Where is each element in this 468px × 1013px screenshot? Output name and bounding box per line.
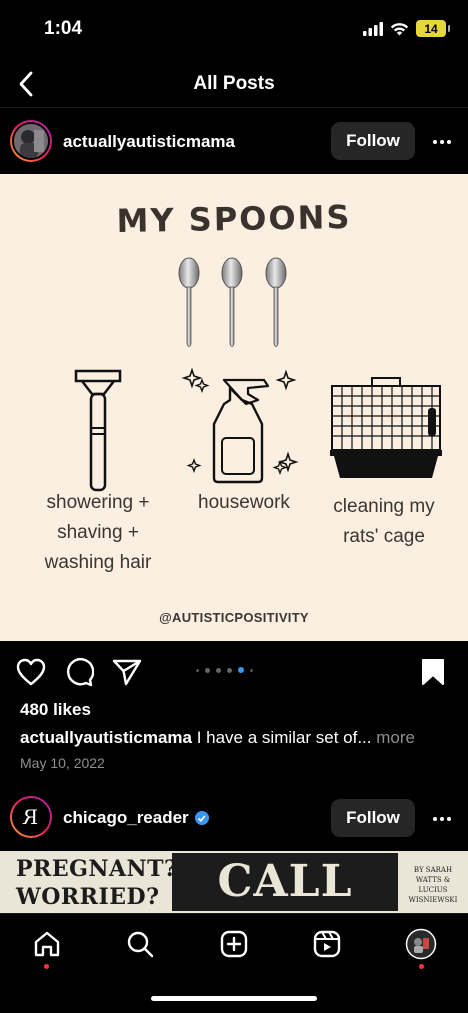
- post-caption: actuallyautisticmama I have a similar se…: [20, 728, 415, 748]
- avatar-letter: R: [23, 805, 39, 829]
- heart-icon: [16, 658, 46, 686]
- reels-icon: [313, 930, 341, 958]
- like-button[interactable]: [15, 656, 47, 688]
- share-button[interactable]: [111, 656, 143, 688]
- profile-notification-dot: [419, 964, 424, 969]
- preview-line-1: PREGNANT?: [16, 856, 178, 882]
- wifi-icon: [390, 22, 409, 35]
- image-title: MY SPOONS: [116, 197, 352, 241]
- comment-button[interactable]: [63, 656, 95, 688]
- follow-button[interactable]: Follow: [331, 122, 415, 160]
- preview-line-2: WORRIED?: [16, 884, 160, 910]
- search-icon: [127, 931, 154, 958]
- profile-icon: [405, 928, 437, 960]
- status-icons: 14: [363, 20, 450, 37]
- caption-text: I have a similar set of...: [196, 728, 372, 747]
- preview-byline: BY SARAH WATTS & LUCIUS WISNIEWSKI: [408, 866, 458, 904]
- more-options-icon[interactable]: [428, 132, 456, 152]
- caption-housework: housework: [198, 492, 290, 513]
- home-icon: [34, 931, 60, 957]
- next-post-username[interactable]: chicago_reader: [63, 808, 209, 828]
- caption-showering: showering + shaving + washing hair: [44, 492, 152, 573]
- preview-title: CALL JANE: [172, 853, 398, 911]
- carousel-indicator: [196, 667, 253, 673]
- post-username[interactable]: actuallyautisticmama: [63, 132, 235, 152]
- post-header: actuallyautisticmama Follow: [0, 110, 468, 174]
- next-post-username-text: chicago_reader: [63, 808, 189, 827]
- home-indicator: [151, 996, 317, 1001]
- status-time: 1:04: [44, 18, 83, 39]
- next-post-image[interactable]: PREGNANT? WORRIED? CALL JANE BY SARAH WA…: [0, 851, 468, 913]
- home-notification-dot: [44, 964, 49, 969]
- battery-level: 14: [424, 21, 438, 36]
- spoons-illustration: [178, 257, 287, 347]
- avatar[interactable]: [10, 120, 52, 162]
- caption-username[interactable]: actuallyautisticmama: [20, 728, 192, 747]
- send-icon: [112, 659, 142, 686]
- likes-count[interactable]: 480 likes: [20, 700, 91, 720]
- caption-more-link[interactable]: more: [376, 728, 415, 747]
- rat-cage-icon: [330, 377, 442, 478]
- verified-badge-icon: [194, 811, 209, 825]
- avatar-photo: [14, 124, 48, 158]
- caption-rats-cage: cleaning my rats' cage: [333, 496, 435, 547]
- bookmark-icon: [422, 659, 444, 685]
- status-bar: 1:04 14: [0, 0, 468, 60]
- tab-profile[interactable]: [405, 928, 437, 960]
- create-icon: [220, 930, 248, 958]
- nav-bar: All Posts: [0, 60, 468, 108]
- next-follow-button[interactable]: Follow: [331, 799, 415, 837]
- tab-reels[interactable]: [311, 928, 343, 960]
- post-date: May 10, 2022: [20, 755, 105, 771]
- post-actions: [0, 652, 468, 692]
- tab-search[interactable]: [124, 928, 156, 960]
- battery-icon: 14: [416, 20, 450, 37]
- signal-icon: [363, 21, 383, 36]
- next-post-header: R chicago_reader Follow: [0, 786, 468, 850]
- razor-icon: [74, 369, 122, 492]
- tab-home[interactable]: [31, 928, 63, 960]
- comment-icon: [67, 658, 94, 687]
- spray-bottle-icon: [181, 367, 299, 484]
- post-image[interactable]: MY SPOONS showering + shaving + washing …: [0, 174, 468, 641]
- preview-text: PREGNANT? WORRIED?: [16, 855, 177, 911]
- next-post-avatar[interactable]: R: [10, 796, 52, 838]
- save-button[interactable]: [417, 656, 449, 688]
- tab-create[interactable]: [218, 928, 250, 960]
- image-credit: @AUTISTICPOSITIVITY: [159, 610, 309, 625]
- page-title: All Posts: [193, 73, 275, 94]
- next-more-options-icon[interactable]: [428, 809, 456, 829]
